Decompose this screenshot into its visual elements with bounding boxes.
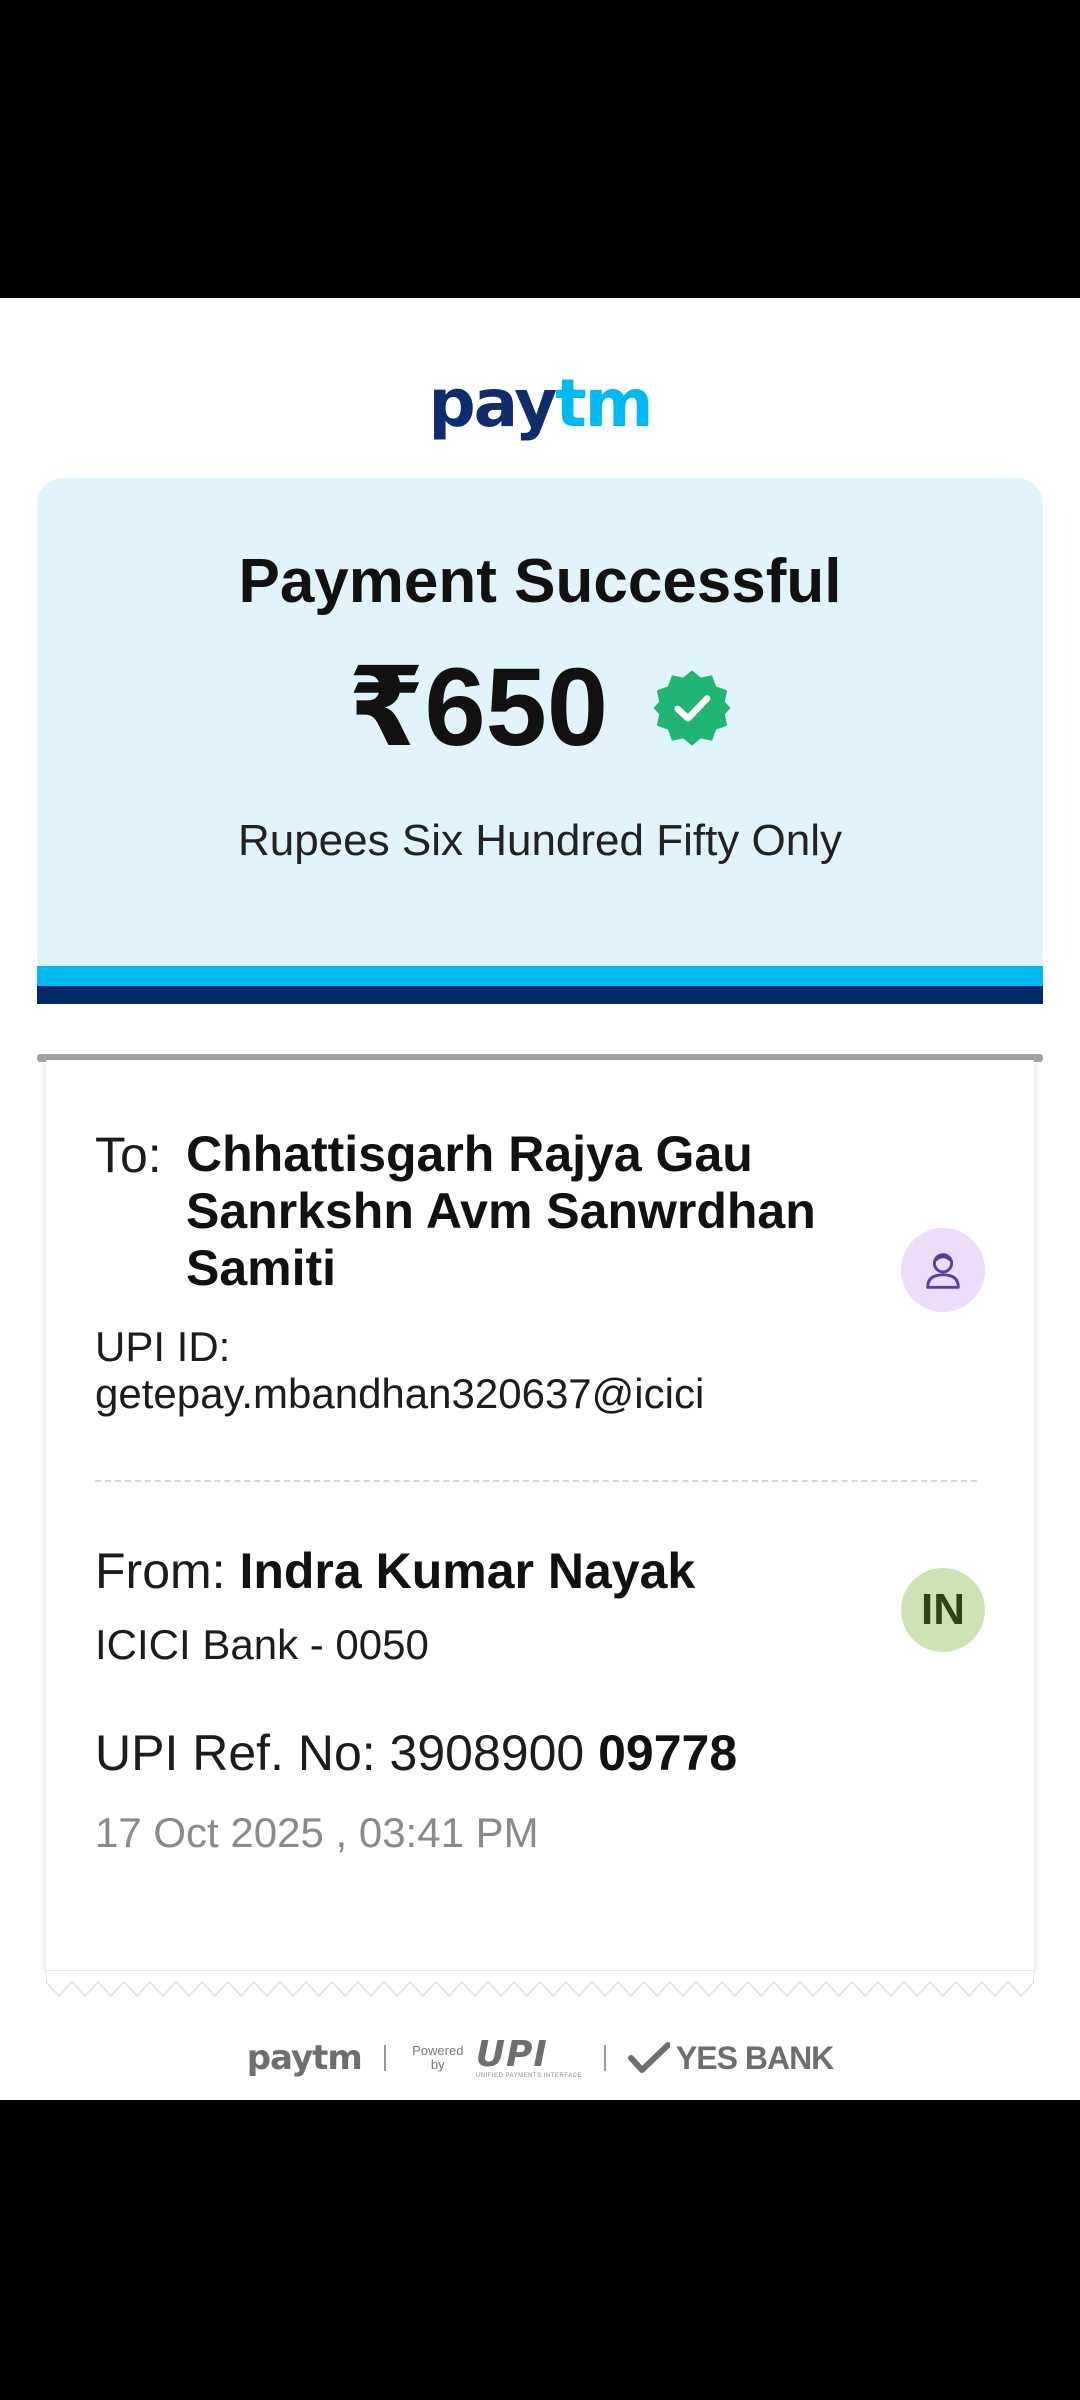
payment-status-card: Payment Successful ₹650 Rupees Six Hundr…: [37, 478, 1043, 1004]
section-divider: [95, 1480, 977, 1482]
receipt-screen: paytm Payment Successful ₹650 Rupees Six…: [0, 298, 1080, 2100]
torn-edge-path: [46, 1970, 1034, 1998]
sender-initials: IN: [921, 1585, 965, 1634]
upi-ref-label: UPI Ref. No:: [95, 1725, 376, 1781]
upi-subtitle: UNIFIED PAYMENTS INTERFACE: [475, 2073, 582, 2079]
upi-ref-part1: 3908900: [389, 1725, 585, 1781]
footer-yes-bank-logo: YES BANK: [627, 2039, 834, 2077]
logo-tm: tm: [555, 365, 653, 442]
transaction-datetime: 17 Oct 2025 , 03:41 PM: [95, 1809, 539, 1856]
footer-paytm-logo: paytm: [246, 2038, 363, 2078]
amount-in-words: Rupees Six Hundred Fifty Only: [237, 816, 843, 865]
footer-powered-by: Powered by: [412, 2043, 464, 2072]
sender-avatar: IN: [901, 1568, 985, 1652]
footer-partners: paytm Powered by UPI UNIFIED PAYMENTS IN…: [0, 2028, 1080, 2088]
verified-check-badge-icon: [653, 670, 731, 746]
amount-row: ₹650: [37, 648, 1043, 768]
footer-separator-2: [603, 2045, 606, 2071]
yes-bank-check-icon: [627, 2042, 670, 2073]
payment-status-title: Payment Successful: [238, 547, 842, 616]
receipt-details: To: Chhattisgarh Rajya Gau Sanrkshn Avm …: [46, 1060, 1034, 1974]
paytm-logo: paytm: [0, 364, 1080, 444]
yes-bank-text: YES BANK: [675, 2039, 834, 2076]
person-icon: [926, 1253, 960, 1289]
upi-ref-part2: 09778: [598, 1725, 738, 1781]
footer-upi-logo: Powered by UPI UNIFIED PAYMENTS INTERFAC…: [408, 2034, 582, 2080]
sender-name: Indra Kumar Nayak: [239, 1543, 696, 1599]
sender-bank: ICICI Bank - 0050: [95, 1621, 429, 1668]
footer-separator: [383, 2045, 386, 2071]
recipient-avatar: [901, 1228, 985, 1312]
recipient-name: Chhattisgarh Rajya Gau Sanrkshn Avm Sanw…: [186, 1126, 816, 1296]
to-label: To:: [95, 1127, 162, 1183]
from-label: From:: [95, 1543, 226, 1599]
sender-line: From: Indra Kumar Nayak: [95, 1542, 695, 1600]
footer-upi-block: UPI UNIFIED PAYMENTS INTERFACE: [475, 2034, 582, 2080]
upi-mark: UPI: [475, 2034, 548, 2075]
brand-band-dark: [37, 986, 1043, 1004]
brand-band-light: [37, 966, 1043, 986]
amount-value: ₹650: [347, 646, 609, 769]
receipt-torn-edge: [46, 1970, 1034, 1998]
upi-id-value: getepay.mbandhan320637@icici: [95, 1370, 705, 1417]
upi-ref-line: UPI Ref. No: 3908900 09778: [95, 1724, 737, 1782]
logo-pay: pay: [428, 365, 557, 442]
upi-id-label: UPI ID:: [95, 1323, 231, 1370]
